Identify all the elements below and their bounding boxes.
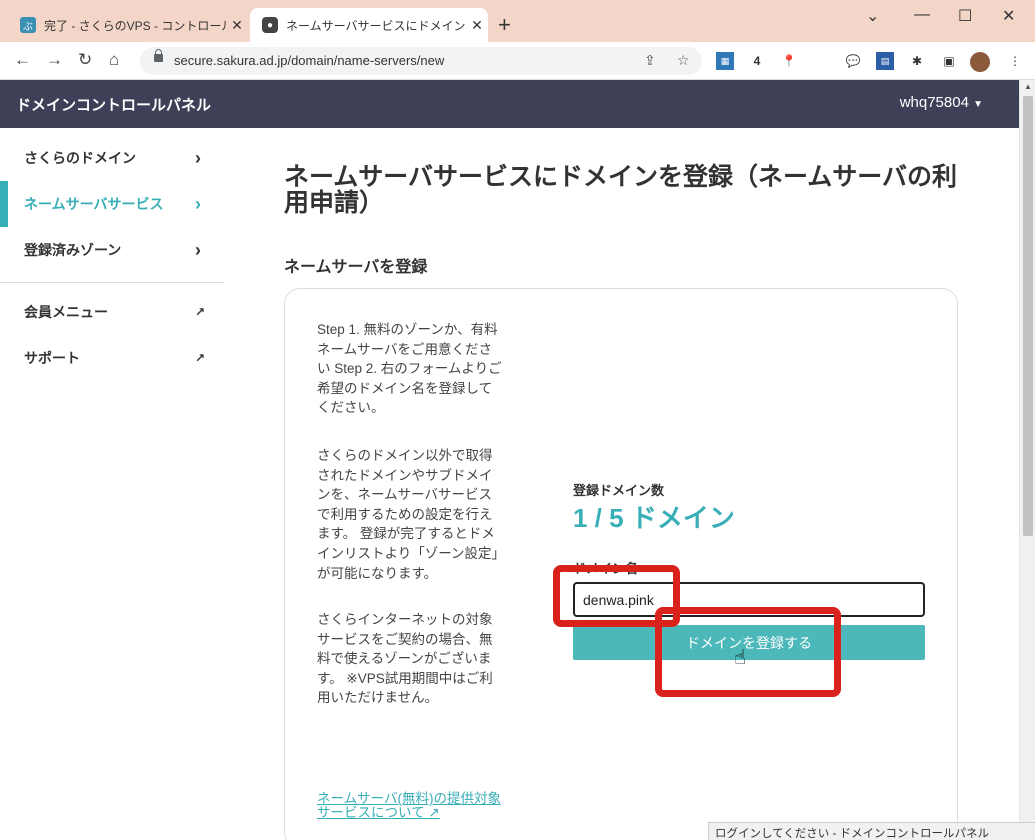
chevron-right-icon: ›: [195, 239, 201, 260]
external-link-icon: ↗: [194, 305, 206, 319]
window-close-icon[interactable]: ✕: [1002, 6, 1015, 26]
sakura-domain-favicon: ●: [262, 17, 278, 33]
domain-count-label: 登録ドメイン数: [573, 483, 665, 498]
tab-title: ネームサーバサービスにドメインを登録: [286, 18, 466, 33]
user-name: whq75804: [899, 94, 969, 111]
free-zone-note: さくらインターネットの対象サービスをご契約の場合、無料で使えるゾーンがございます…: [317, 612, 493, 706]
back-icon[interactable]: ←: [14, 50, 31, 70]
sidebar-item-nameserver-service[interactable]: ネームサーバサービス ›: [0, 181, 224, 227]
side-panel-icon[interactable]: ▣: [940, 52, 958, 70]
domain-name-label: ドメイン名: [573, 561, 639, 576]
status-bar: ログインしてください - ドメインコントロールパネル: [708, 822, 1035, 840]
sidebar: さくらのドメイン › ネームサーバサービス › 登録済みゾーン › 会員メニュー…: [0, 128, 224, 840]
share-icon[interactable]: ⇪: [644, 52, 656, 69]
maximize-icon[interactable]: ☐: [958, 6, 972, 26]
extension-window-icon[interactable]: ▤: [876, 52, 894, 70]
bookmark-star-icon[interactable]: ☆: [677, 52, 690, 69]
sakura-vps-favicon: ぶ: [20, 17, 36, 33]
menu-kebab-icon[interactable]: ⋮: [1006, 52, 1024, 70]
extension-photo-icon[interactable]: ▦: [716, 52, 734, 70]
browser-tab-vps[interactable]: ぶ 完了 - さくらのVPS - コントロールパネ ✕: [8, 8, 248, 42]
chevron-right-icon: ›: [195, 193, 201, 214]
hand-cursor-icon: ☝: [734, 647, 747, 669]
sidebar-item-label: 登録済みゾーン: [24, 242, 122, 258]
browser-toolbar: ← → ↻ ⌂ secure.sakura.ad.jp/domain/name-…: [0, 42, 1035, 80]
reload-icon[interactable]: ↻: [78, 50, 92, 70]
external-link-icon: ↗: [194, 351, 206, 365]
steps-text: Step 1. 無料のゾーンか、有料ネームサーバをご用意ください Step 2.…: [317, 322, 502, 416]
chat-icon[interactable]: 💬: [844, 52, 862, 70]
scrollbar-thumb[interactable]: [1023, 96, 1033, 536]
lock-icon: [154, 49, 163, 62]
description-text: さくらのドメイン以外で取得されたドメインやサブドメインを、ネームサーバサービスで…: [317, 448, 499, 581]
section-title: ネームサーバを登録: [284, 259, 428, 276]
sidebar-item-label: さくらのドメイン: [24, 150, 136, 166]
sidebar-item-support[interactable]: サポート ↗: [0, 335, 224, 381]
url-text: secure.sakura.ad.jp/domain/name-servers/…: [174, 53, 445, 68]
sidebar-item-label: ネームサーバサービス: [24, 196, 164, 212]
external-link-icon: ↗: [428, 805, 440, 820]
sidebar-divider: [0, 282, 224, 283]
tab-title: 完了 - さくらのVPS - コントロールパネ: [44, 18, 226, 33]
register-domain-button[interactable]: ドメインを登録する: [573, 625, 925, 660]
page-title: ネームサーバサービスにドメインを登録（ネームサーバの利用申請）: [284, 163, 958, 217]
sidebar-item-label: 会員メニュー: [24, 304, 108, 320]
chevron-right-icon: ›: [195, 147, 201, 168]
close-tab-icon[interactable]: ✕: [226, 17, 248, 34]
user-menu[interactable]: whq75804 ▼: [900, 94, 983, 111]
link-label: ネームサーバ(無料)の提供対象サービスについて: [317, 791, 501, 820]
page-scrollbar[interactable]: ▲: [1019, 80, 1035, 840]
sidebar-item-sakura-domain[interactable]: さくらのドメイン ›: [0, 135, 224, 181]
extensions-puzzle-icon[interactable]: ✱: [908, 52, 926, 70]
location-pin-icon[interactable]: 📍: [780, 52, 798, 70]
sidebar-item-registered-zones[interactable]: 登録済みゾーン ›: [0, 227, 224, 273]
profile-avatar[interactable]: [970, 52, 990, 72]
site-header: ドメインコントロールパネル whq75804 ▼: [0, 80, 1019, 128]
address-bar[interactable]: secure.sakura.ad.jp/domain/name-servers/…: [140, 47, 702, 75]
sidebar-item-member-menu[interactable]: 会員メニュー ↗: [0, 289, 224, 335]
home-icon[interactable]: ⌂: [109, 50, 119, 70]
tab-search-icon[interactable]: ⌄: [866, 6, 879, 26]
minimize-icon[interactable]: —: [914, 6, 930, 24]
domain-name-input[interactable]: [573, 582, 925, 617]
browser-tabbar: ぶ 完了 - さくらのVPS - コントロールパネ ✕ ● ネームサーバサービス…: [0, 0, 1035, 42]
new-tab-button[interactable]: +: [498, 12, 511, 38]
caret-down-icon: ▼: [973, 99, 983, 110]
site-title: ドメインコントロールパネル: [16, 97, 212, 114]
browser-tab-domain[interactable]: ● ネームサーバサービスにドメインを登録 ✕: [250, 8, 488, 42]
extension-4-icon[interactable]: 4: [748, 52, 766, 70]
scroll-up-icon[interactable]: ▲: [1024, 82, 1032, 91]
forward-icon[interactable]: →: [46, 50, 63, 70]
free-nameserver-services-link[interactable]: ネームサーバ(無料)の提供対象サービスについて ↗: [317, 792, 507, 820]
domain-count-value: 1 / 5 ドメイン: [573, 503, 735, 533]
sidebar-item-label: サポート: [24, 350, 80, 366]
close-tab-icon[interactable]: ✕: [466, 17, 488, 34]
